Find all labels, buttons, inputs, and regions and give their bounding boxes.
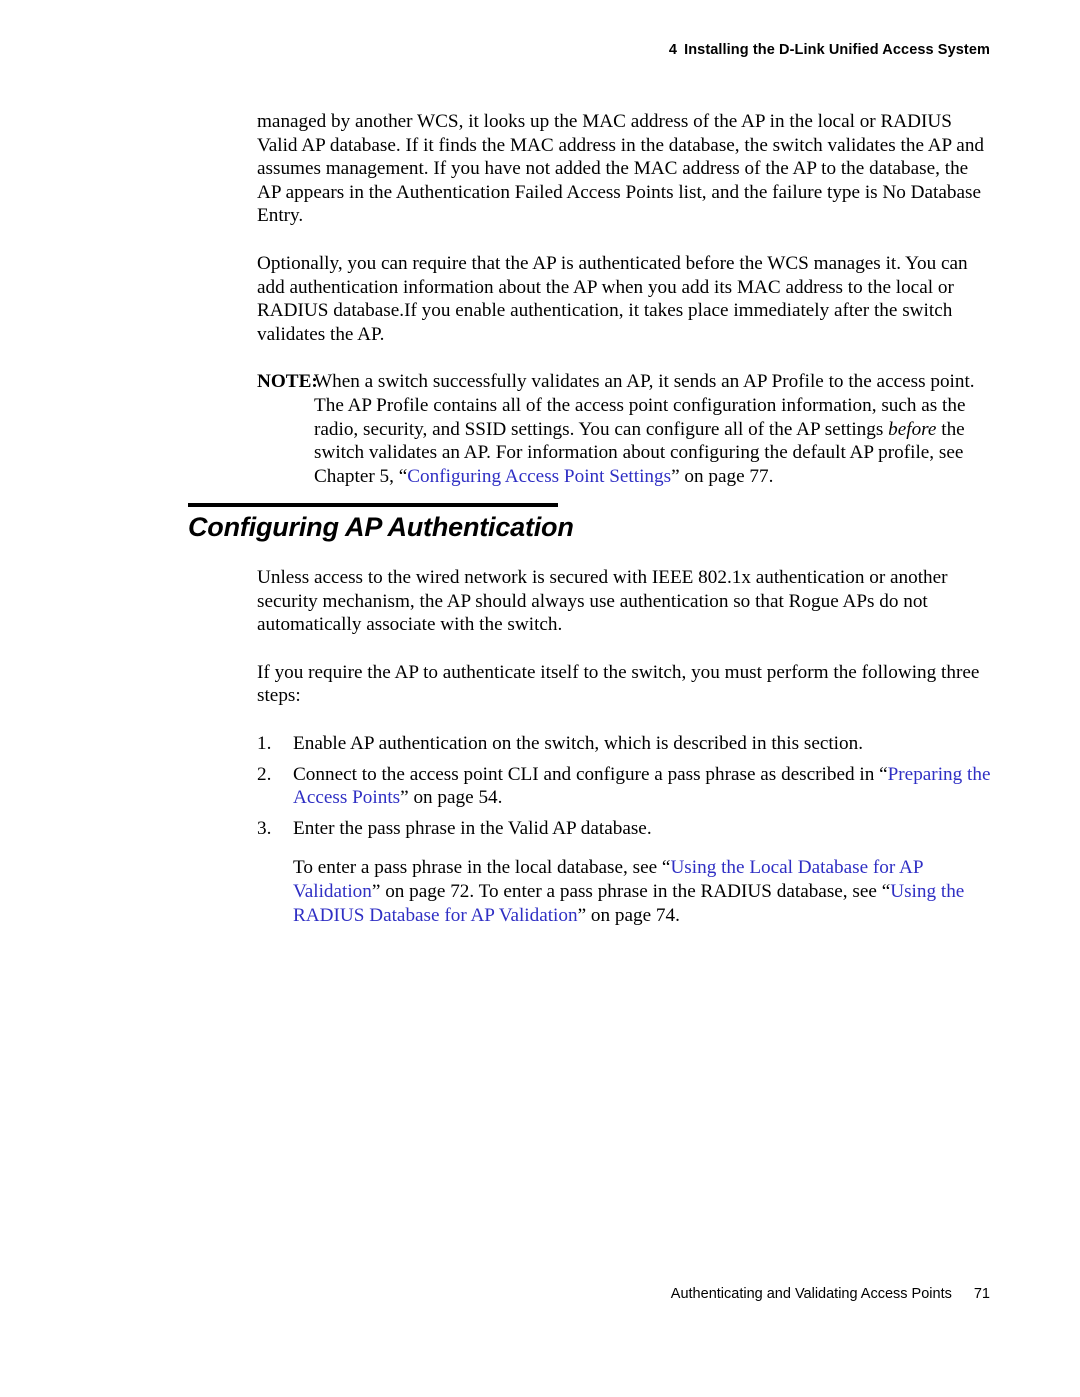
section-rule-divider bbox=[188, 503, 558, 507]
step-text-part-1: Enter the pass phrase in the Valid AP da… bbox=[293, 817, 652, 839]
note-text: When a switch successfully validates an … bbox=[314, 370, 991, 488]
content-block-top: managed by another WCS, it looks up the … bbox=[257, 110, 991, 510]
section-title: Configuring AP Authentication bbox=[188, 512, 574, 542]
body-paragraph-1: managed by another WCS, it looks up the … bbox=[257, 111, 985, 227]
step-number: 1. bbox=[257, 732, 272, 754]
step-text-part-1: Connect to the access point CLI and conf… bbox=[293, 763, 888, 785]
note-label: NOTE: bbox=[257, 371, 318, 393]
closing-text-part-1: To enter a pass phrase in the local data… bbox=[293, 857, 671, 879]
document-page: 4 Installing the D-Link Unified Access Sy… bbox=[0, 0, 1080, 1397]
note-text-part-3: ” on page 77. bbox=[671, 465, 774, 487]
list-item: 2. Connect to the access point CLI and co… bbox=[257, 763, 991, 810]
closing-paragraph: To enter a pass phrase in the local data… bbox=[293, 856, 991, 927]
step-number: 3. bbox=[257, 817, 272, 839]
step-number: 2. bbox=[257, 763, 272, 785]
note-cross-reference-link[interactable]: Configuring Access Point Settings bbox=[407, 466, 671, 487]
section-paragraph-2: If you require the AP to authenticate it… bbox=[257, 661, 980, 707]
steps-list: 1. Enable AP authentication on the switch… bbox=[257, 732, 991, 840]
running-footer: Authenticating and Validating Access Poi… bbox=[90, 1286, 990, 1302]
running-header: 4 Installing the D-Link Unified Access Sy… bbox=[90, 42, 990, 58]
note-text-part-1: When a switch successfully validates an … bbox=[314, 371, 975, 440]
closing-text-part-3: ” on page 74. bbox=[577, 904, 680, 926]
note-emphasis: before bbox=[888, 418, 937, 440]
body-paragraph-2: Optionally, you can require that the AP … bbox=[257, 252, 968, 345]
step-text-part-2: ” on page 54. bbox=[400, 787, 503, 809]
step-text-part-1: Enable AP authentication on the switch, … bbox=[293, 732, 864, 754]
footer-title: Authenticating and Validating Access Poi… bbox=[670, 1286, 952, 1302]
section-heading-block: Configuring AP Authentication bbox=[188, 503, 988, 543]
section-paragraph-1: Unless access to the wired network is se… bbox=[257, 567, 948, 636]
list-item: 1. Enable AP authentication on the switch… bbox=[257, 732, 991, 756]
content-block-bottom: Unless access to the wired network is se… bbox=[257, 566, 991, 927]
header-chapter-number: 4 bbox=[668, 42, 678, 58]
note-block: NOTE: When a switch successfully validat… bbox=[257, 370, 991, 488]
closing-text-part-2: ” on page 72. To enter a pass phrase in … bbox=[371, 880, 891, 902]
footer-page-number: 71 bbox=[973, 1286, 990, 1302]
header-title: Installing the D-Link Unified Access Sys… bbox=[684, 42, 990, 58]
list-item: 3. Enter the pass phrase in the Valid AP … bbox=[257, 817, 991, 841]
